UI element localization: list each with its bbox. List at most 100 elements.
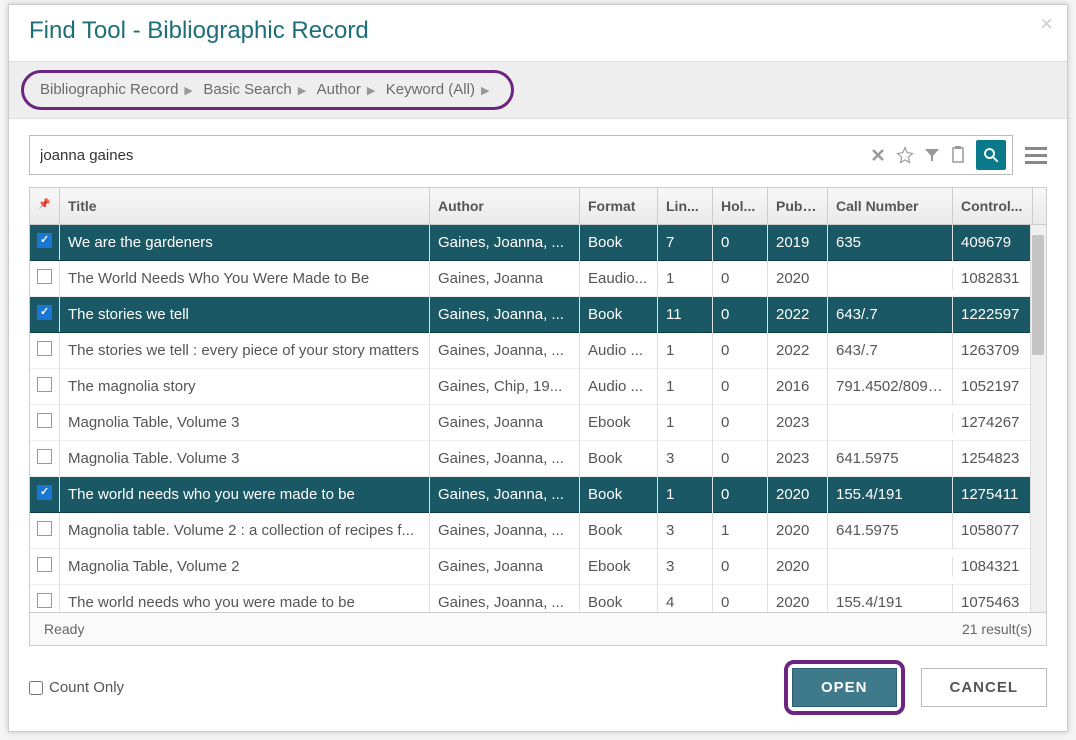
row-checkbox[interactable]: [37, 377, 52, 392]
scrollbar-thumb[interactable]: [1032, 235, 1044, 355]
table-row[interactable]: Magnolia table. Volume 2 : a collection …: [30, 513, 1046, 549]
col-title[interactable]: Title: [60, 188, 430, 224]
menu-icon[interactable]: [1025, 147, 1047, 164]
open-button[interactable]: OPEN: [792, 668, 897, 707]
row-checkbox-cell[interactable]: [30, 513, 60, 548]
cell-title: The world needs who you were made to be: [60, 584, 430, 612]
row-checkbox[interactable]: [37, 269, 52, 284]
status-bar: Ready 21 result(s): [30, 612, 1046, 645]
cell-title: The stories we tell : every piece of you…: [60, 332, 430, 369]
crumb-basic[interactable]: Basic Search: [203, 81, 291, 98]
col-control[interactable]: Control...: [953, 188, 1033, 224]
cell-linked: 1: [658, 476, 713, 513]
search-row: [9, 119, 1067, 187]
cell-linked: 11: [658, 296, 713, 333]
cell-format: Book: [580, 440, 658, 477]
table-row[interactable]: Magnolia Table. Volume 3Gaines, Joanna, …: [30, 441, 1046, 477]
find-tool-dialog: × Find Tool - Bibliographic Record Bibli…: [8, 4, 1068, 732]
row-checkbox-cell[interactable]: [30, 369, 60, 404]
cell-title: Magnolia Table. Volume 3: [60, 440, 430, 477]
cell-holds: 0: [713, 332, 768, 369]
col-format[interactable]: Format: [580, 188, 658, 224]
row-checkbox[interactable]: [37, 341, 52, 356]
row-checkbox-cell[interactable]: [30, 405, 60, 440]
row-checkbox[interactable]: [37, 233, 52, 248]
cell-control: 1222597: [953, 296, 1033, 333]
table-body[interactable]: We are the gardenersGaines, Joanna, ...B…: [30, 225, 1046, 612]
table-row[interactable]: The World Needs Who You Were Made to BeG…: [30, 261, 1046, 297]
clear-icon[interactable]: [870, 147, 886, 163]
row-checkbox-cell[interactable]: [30, 333, 60, 368]
search-button[interactable]: [976, 140, 1006, 170]
search-input[interactable]: [40, 147, 870, 164]
star-icon[interactable]: [896, 146, 914, 164]
col-pub[interactable]: Publi...: [768, 188, 828, 224]
open-highlight: OPEN: [784, 660, 905, 715]
close-icon[interactable]: ×: [1040, 11, 1053, 37]
table-row[interactable]: The world needs who you were made to beG…: [30, 585, 1046, 612]
cell-author: Gaines, Joanna, ...: [430, 584, 580, 612]
cell-pub: 2020: [768, 548, 828, 585]
row-checkbox-cell[interactable]: [30, 549, 60, 584]
row-checkbox[interactable]: [37, 413, 52, 428]
cell-title: The World Needs Who You Were Made to Be: [60, 260, 430, 297]
cell-author: Gaines, Joanna, ...: [430, 476, 580, 513]
row-checkbox[interactable]: [37, 449, 52, 464]
row-checkbox-cell[interactable]: [30, 297, 60, 332]
chevron-right-icon: ▶: [367, 85, 375, 97]
chevron-right-icon: ▶: [298, 85, 306, 97]
search-box: [29, 135, 1013, 175]
cell-format: Book: [580, 512, 658, 549]
cell-author: Gaines, Joanna, ...: [430, 440, 580, 477]
cell-pub: 2020: [768, 476, 828, 513]
count-only-option[interactable]: Count Only: [29, 679, 124, 696]
cell-format: Book: [580, 225, 658, 261]
crumb-author[interactable]: Author: [317, 81, 361, 98]
row-checkbox[interactable]: [37, 305, 52, 320]
col-author[interactable]: Author: [430, 188, 580, 224]
cell-holds: 0: [713, 225, 768, 261]
col-pin[interactable]: 📌: [30, 188, 60, 224]
row-checkbox-cell[interactable]: [30, 477, 60, 512]
crumb-biblio[interactable]: Bibliographic Record: [40, 81, 178, 98]
cell-control: 1263709: [953, 332, 1033, 369]
cell-author: Gaines, Joanna, ...: [430, 296, 580, 333]
cell-format: Ebook: [580, 548, 658, 585]
row-checkbox-cell[interactable]: [30, 225, 60, 260]
cell-call: 635: [828, 225, 953, 261]
table-row[interactable]: We are the gardenersGaines, Joanna, ...B…: [30, 225, 1046, 261]
table-row[interactable]: Magnolia Table, Volume 2Gaines, JoannaEb…: [30, 549, 1046, 585]
row-checkbox-cell[interactable]: [30, 261, 60, 296]
table-row[interactable]: The magnolia storyGaines, Chip, 19...Aud…: [30, 369, 1046, 405]
cell-format: Audio ...: [580, 332, 658, 369]
table-row[interactable]: The stories we tell : every piece of you…: [30, 333, 1046, 369]
cancel-button[interactable]: CANCEL: [921, 668, 1048, 707]
filter-icon[interactable]: [924, 147, 940, 163]
col-linked[interactable]: Lin...: [658, 188, 713, 224]
cell-author: Gaines, Joanna, ...: [430, 332, 580, 369]
status-ready: Ready: [44, 621, 84, 637]
cell-format: Book: [580, 476, 658, 513]
scrollbar[interactable]: [1030, 225, 1046, 612]
col-holds[interactable]: Hol...: [713, 188, 768, 224]
cell-control: 1058077: [953, 512, 1033, 549]
row-checkbox[interactable]: [37, 521, 52, 536]
cell-call: 641.5975: [828, 440, 953, 477]
row-checkbox[interactable]: [37, 557, 52, 572]
cell-pub: 2022: [768, 296, 828, 333]
row-checkbox[interactable]: [37, 485, 52, 500]
crumb-keyword[interactable]: Keyword (All): [386, 81, 475, 98]
table-row[interactable]: The stories we tellGaines, Joanna, ...Bo…: [30, 297, 1046, 333]
clipboard-icon[interactable]: [950, 146, 966, 164]
cell-author: Gaines, Joanna, ...: [430, 225, 580, 261]
table-row[interactable]: Magnolia Table, Volume 3Gaines, JoannaEb…: [30, 405, 1046, 441]
table-row[interactable]: The world needs who you were made to beG…: [30, 477, 1046, 513]
count-only-checkbox[interactable]: [29, 681, 43, 695]
col-call[interactable]: Call Number: [828, 188, 953, 224]
cell-format: Audio ...: [580, 368, 658, 405]
row-checkbox[interactable]: [37, 593, 52, 608]
row-checkbox-cell[interactable]: [30, 585, 60, 612]
cell-title: We are the gardeners: [60, 225, 430, 261]
cell-linked: 3: [658, 440, 713, 477]
row-checkbox-cell[interactable]: [30, 441, 60, 476]
